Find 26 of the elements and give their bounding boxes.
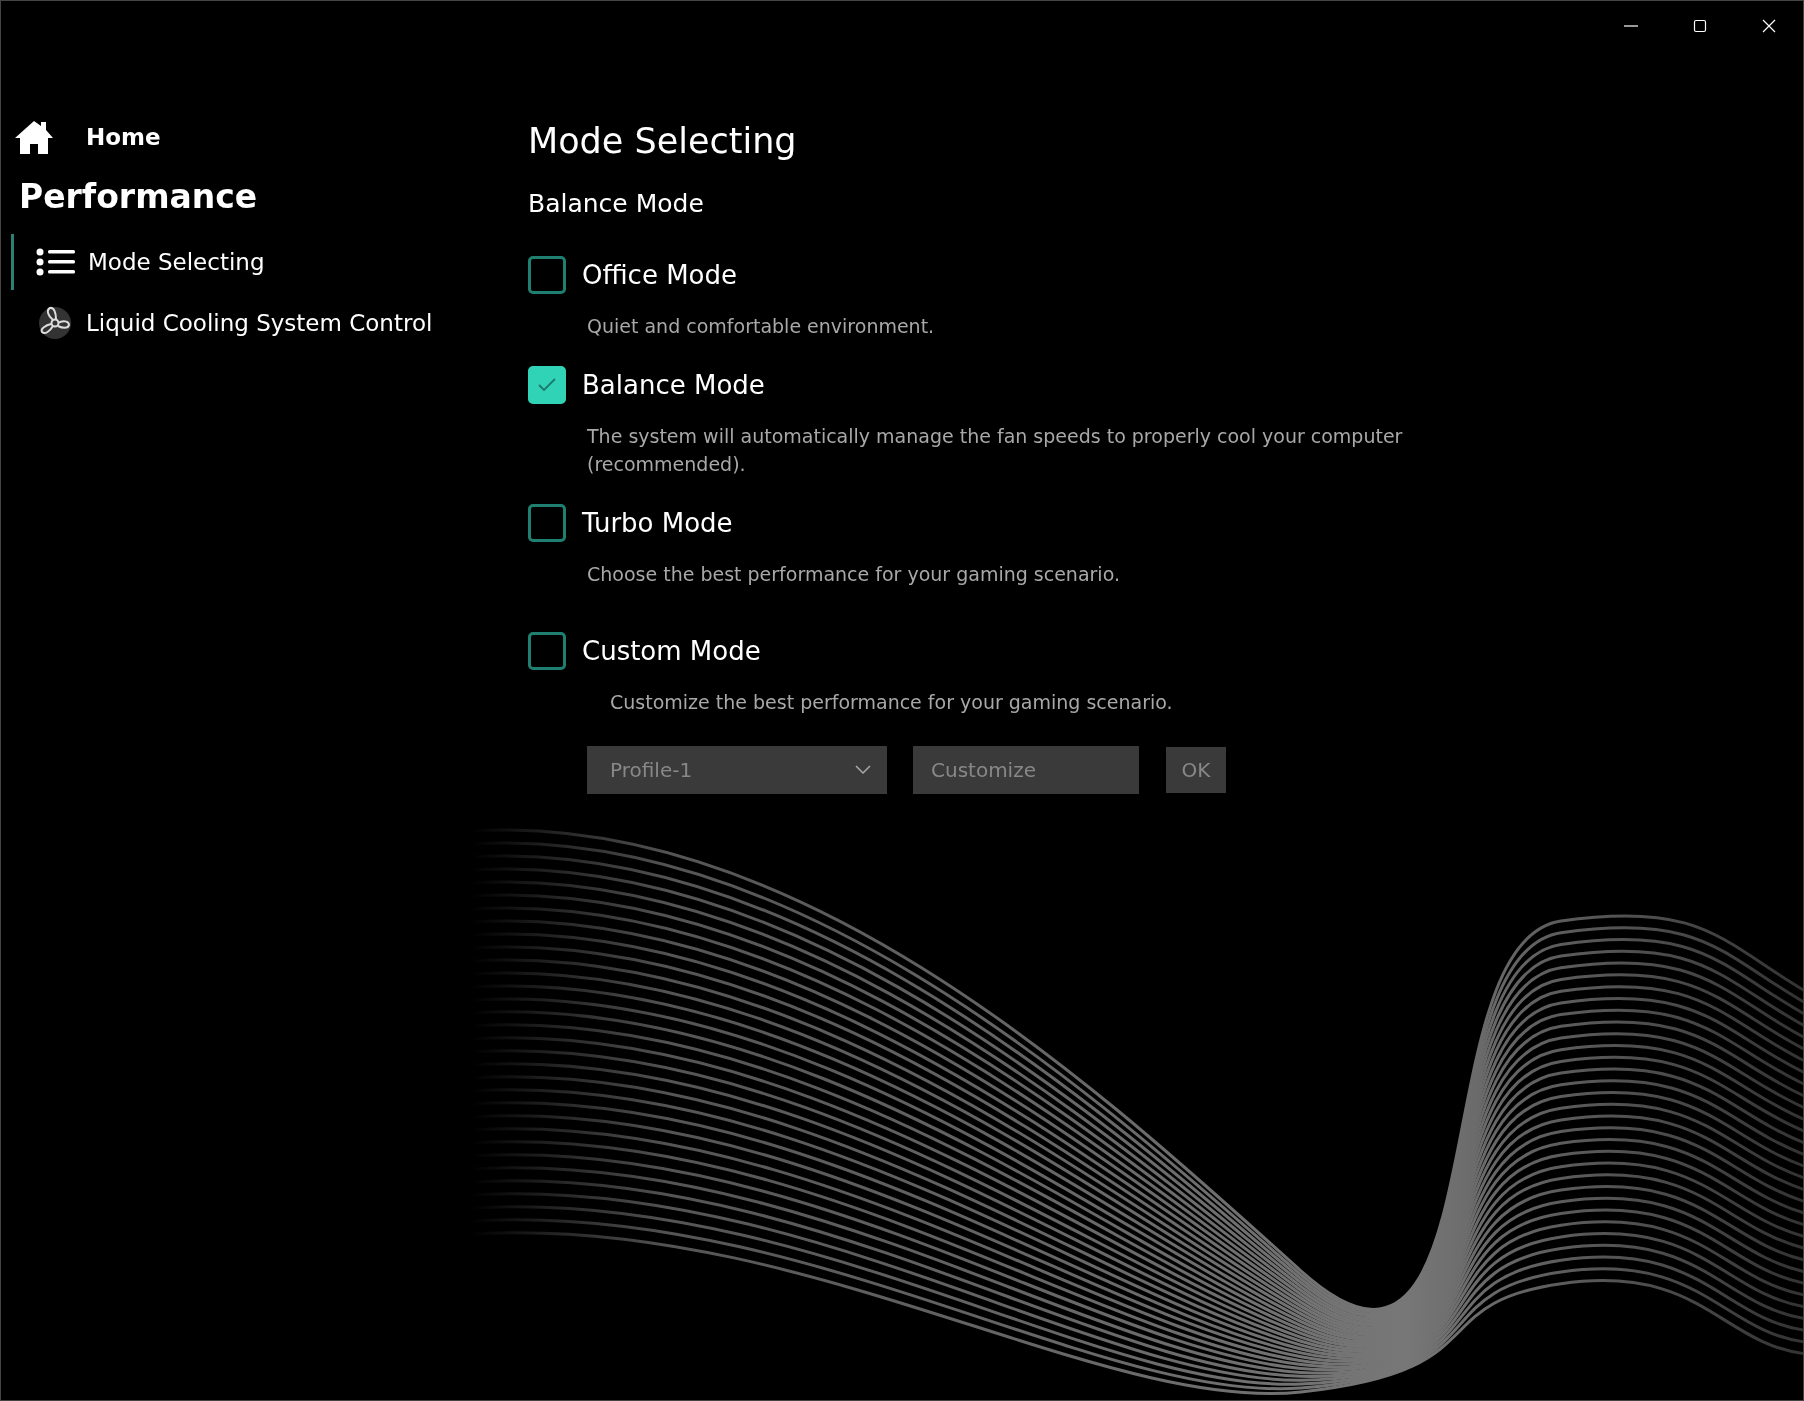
- mode-label: Balance Mode: [582, 370, 765, 400]
- mode-description: The system will automatically manage the fan speeds to properly cool your computer (recommended).: [587, 424, 1404, 477]
- mode-checkbox[interactable]: [528, 504, 566, 542]
- mode-checkbox[interactable]: [528, 366, 566, 404]
- home-link[interactable]: Home: [1, 119, 528, 155]
- page-title: Mode Selecting: [528, 121, 798, 161]
- home-icon: [14, 119, 54, 155]
- list-icon: [36, 248, 76, 276]
- current-mode-label: Balance Mode: [528, 189, 705, 218]
- nav-item[interactable]: Liquid Cooling System Control: [11, 290, 441, 356]
- mode-description: Choose the best performance for your gaming scenario.: [587, 562, 1121, 587]
- section-title: Performance: [18, 177, 259, 216]
- fan-icon: [36, 304, 74, 342]
- mode-checkbox[interactable]: [528, 632, 566, 670]
- mode-label: Custom Mode: [582, 636, 761, 666]
- nav-item[interactable]: Mode Selecting: [11, 234, 441, 290]
- mode-checkbox[interactable]: [528, 256, 566, 294]
- mode-description: Customize the best performance for your gaming scenario.: [610, 690, 1174, 715]
- minimize-icon: [1623, 25, 1638, 27]
- mode-label: Turbo Mode: [582, 508, 733, 538]
- maximize-icon: [1691, 18, 1708, 34]
- mode-label: Office Mode: [582, 260, 737, 290]
- chevron-down-icon: [855, 765, 871, 775]
- customize-field[interactable]: Customize: [913, 746, 1139, 794]
- close-icon: [1760, 18, 1777, 34]
- mode-description: Quiet and comfortable environment.: [587, 314, 936, 339]
